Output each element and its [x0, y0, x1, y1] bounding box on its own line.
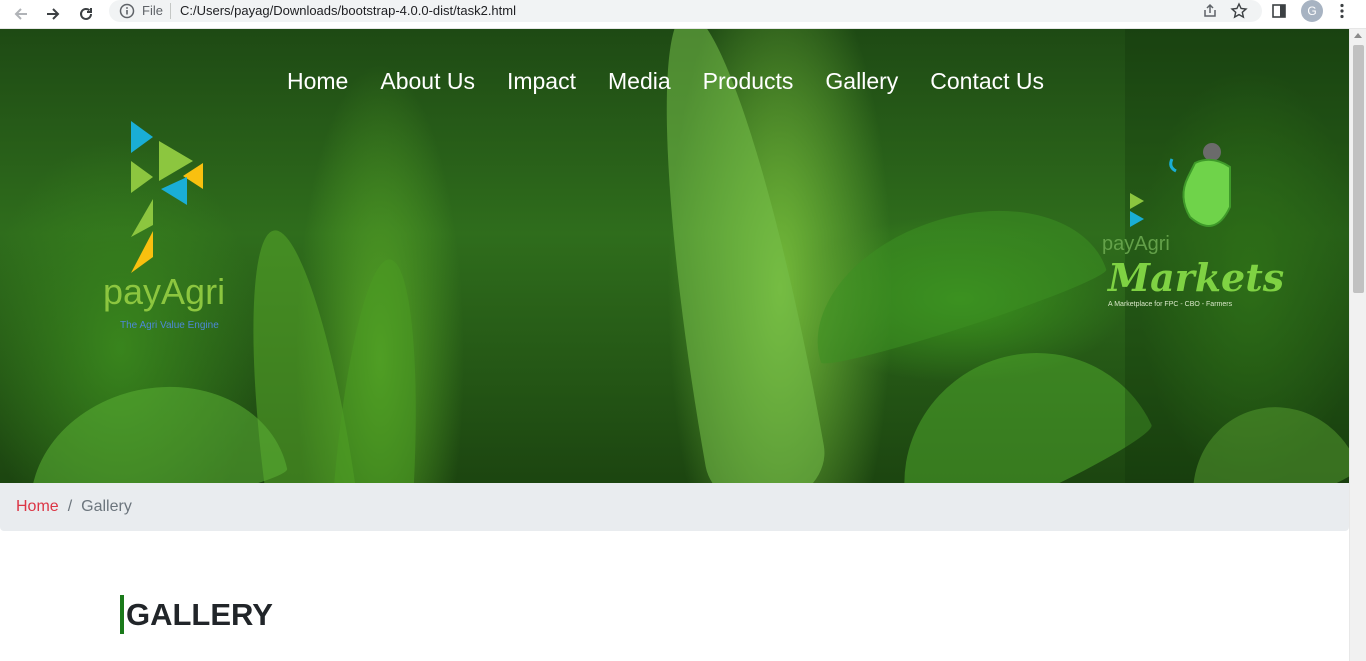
profile-avatar[interactable]: G — [1301, 0, 1323, 22]
info-icon[interactable] — [119, 3, 135, 19]
url-text[interactable]: C:/Users/payag/Downloads/bootstrap-4.0.0… — [180, 3, 516, 18]
breadcrumb-current: Gallery — [81, 498, 132, 515]
forward-arrow-icon — [47, 8, 60, 20]
forward-button[interactable] — [41, 2, 65, 26]
reload-icon — [80, 7, 92, 20]
markets-title: Markets — [1108, 255, 1285, 300]
nav-about-us[interactable]: About Us — [380, 66, 475, 96]
breadcrumb-divider: / — [67, 498, 73, 515]
nav-contact-us[interactable]: Contact Us — [930, 66, 1044, 96]
browser-toolbar: File C:/Users/payag/Downloads/bootstrap-… — [0, 0, 1366, 29]
file-scheme-label: File — [142, 3, 163, 18]
payagri-wordmark: payAgri — [103, 271, 226, 312]
back-arrow-icon — [14, 8, 27, 20]
share-icon[interactable] — [1201, 2, 1219, 20]
nav-media[interactable]: Media — [608, 66, 671, 96]
hero-banner: Home About Us Impact Media Products Gall… — [0, 29, 1349, 483]
side-panel-icon[interactable] — [1270, 2, 1288, 20]
breadcrumb-home-link[interactable]: Home — [16, 498, 59, 516]
markets-subtitle: A Marketplace for FPC - CBO - Farmers — [1108, 301, 1233, 308]
bookmark-star-icon[interactable] — [1230, 2, 1248, 20]
page-title: GALLERY — [120, 595, 273, 634]
reload-button[interactable] — [74, 2, 98, 26]
payagri-logo[interactable]: payAgri The Agri Value Engine — [95, 119, 245, 339]
leaf-shape — [330, 256, 430, 483]
nav-products[interactable]: Products — [703, 66, 794, 96]
menu-kebab-icon[interactable] — [1333, 2, 1351, 20]
scroll-thumb[interactable] — [1353, 45, 1364, 293]
payagri-mark-icon — [131, 121, 203, 273]
payagri-tagline: The Agri Value Engine — [120, 320, 219, 331]
nav-gallery[interactable]: Gallery — [825, 66, 898, 96]
leaf-shape — [10, 363, 290, 483]
leaf-shape — [790, 175, 1110, 373]
nav-impact[interactable]: Impact — [507, 66, 576, 96]
scroll-up-arrow-icon[interactable] — [1354, 33, 1362, 38]
omnibox-separator — [170, 3, 171, 19]
back-button[interactable] — [9, 2, 33, 26]
markets-brand-name: payAgri — [1102, 233, 1170, 255]
page-scrollbar[interactable] — [1349, 29, 1366, 661]
payagri-markets-logo[interactable]: payAgri Markets A Marketplace for FPC - … — [1100, 137, 1284, 337]
nav-home[interactable]: Home — [287, 66, 348, 96]
markets-leaf-icon — [1130, 143, 1231, 227]
breadcrumb: Home / Gallery — [0, 483, 1349, 531]
main-nav: Home About Us Impact Media Products Gall… — [287, 66, 1076, 96]
leaf-shape — [627, 29, 833, 483]
address-bar[interactable]: File C:/Users/payag/Downloads/bootstrap-… — [109, 0, 1262, 22]
